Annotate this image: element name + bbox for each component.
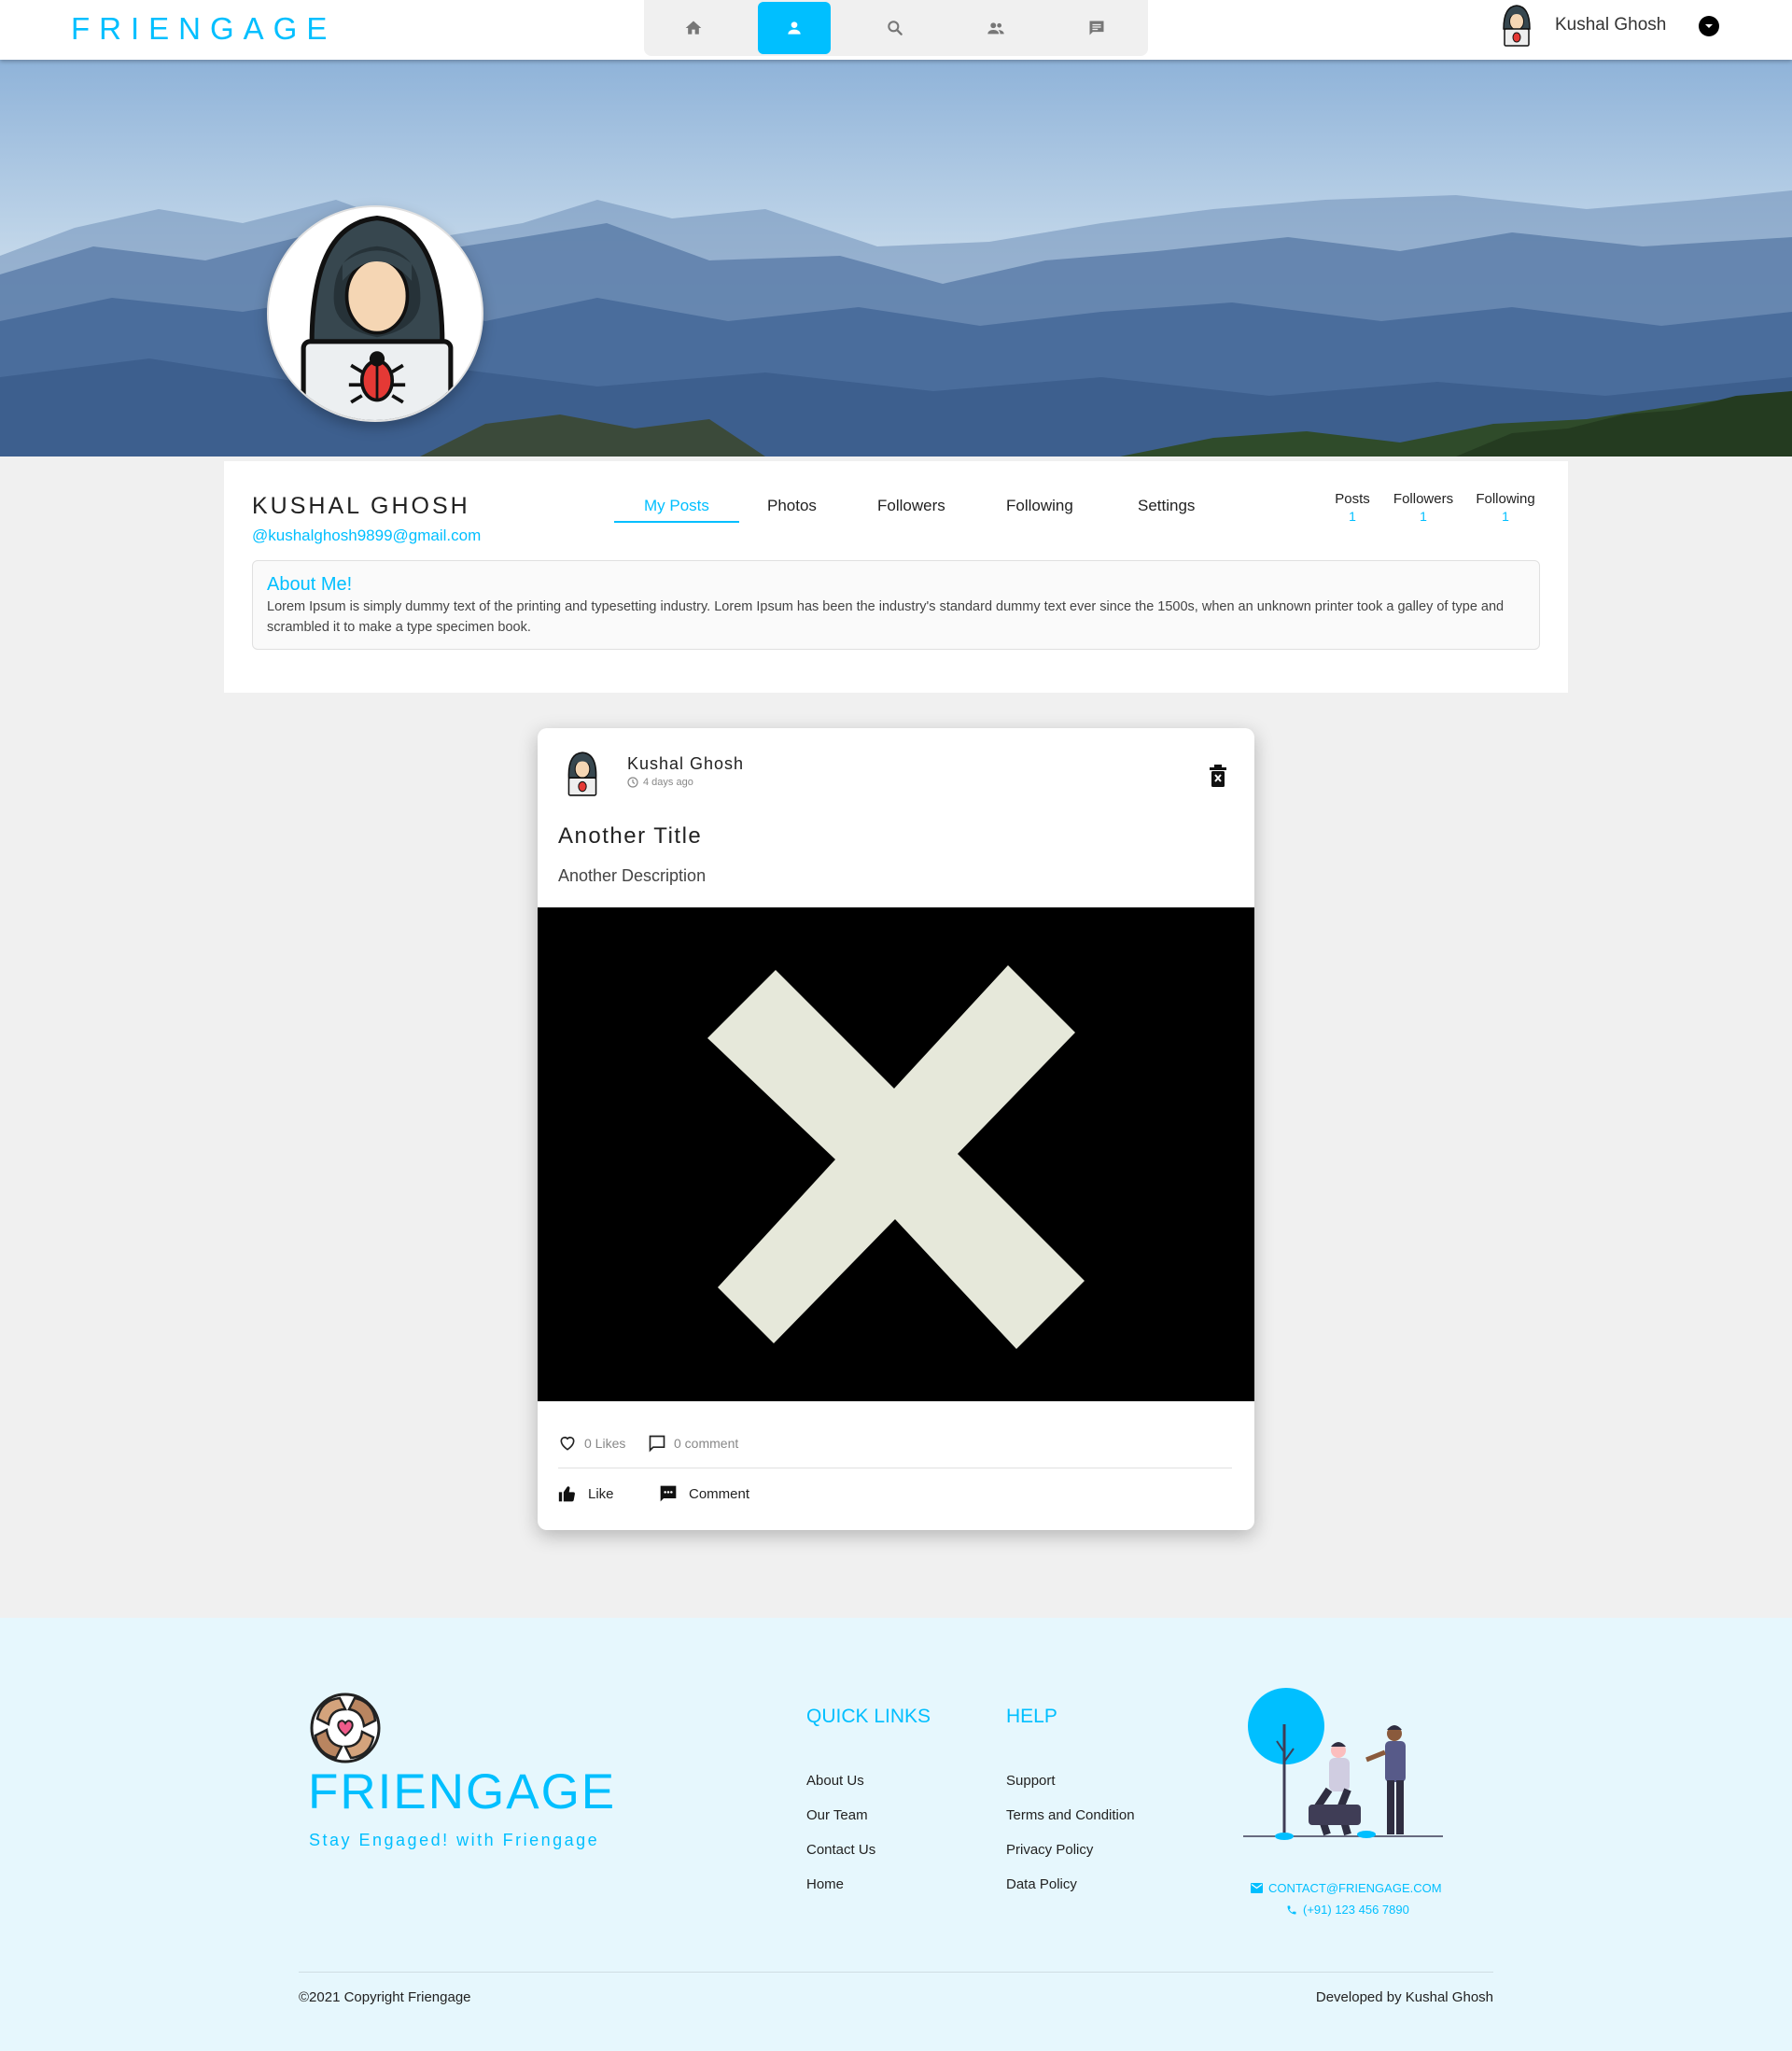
tab-following[interactable]: Following [1006,497,1073,515]
user-avatar [1494,3,1539,48]
stat-value: 1 [1502,509,1509,524]
chevron-down-icon [1705,24,1713,28]
nav-home-button[interactable] [657,2,730,54]
tab-settings[interactable]: Settings [1138,497,1195,515]
search-icon [888,21,903,35]
people-illustration [1243,1688,1443,1840]
comment-button[interactable]: Comment [659,1484,749,1503]
footer-link-home[interactable]: Home [806,1867,931,1902]
cover-photo [0,60,1792,457]
phone-icon [1287,1905,1296,1914]
comment-icon [660,1485,677,1502]
mail-icon [1251,1883,1263,1893]
post-author-avatar[interactable] [558,749,607,797]
post-title: Another Title [558,823,703,849]
comments-text: 0 comment [674,1436,739,1451]
top-navbar: FRIENGAGE Kushal Ghosh [0,0,1792,60]
about-section: About Me! Lorem Ipsum is simply dummy te… [252,560,1540,650]
likes-count[interactable]: 0 Likes [558,1434,625,1453]
friengage-logo-icon[interactable] [308,1691,383,1765]
nav-profile-button[interactable] [758,2,831,54]
contact-email-row[interactable]: CONTACT@FRIENGAGE.COM [1251,1877,1475,1899]
active-tab-indicator [614,521,739,523]
brand-logo[interactable]: FRIENGAGE [71,11,336,47]
delete-post-button[interactable] [1206,764,1230,788]
stat-followers[interactable]: Followers 1 [1388,491,1459,524]
help-title: HELP [1006,1706,1057,1727]
heart-icon [560,1436,575,1451]
footer-link-our-team[interactable]: Our Team [806,1798,931,1833]
footer-link-data-policy[interactable]: Data Policy [1006,1867,1135,1902]
footer-brand: FRIENGAGE [308,1764,617,1819]
profile-icon [788,21,801,35]
tab-photos[interactable]: Photos [767,497,817,515]
stat-label: Following [1476,491,1535,507]
nav-chat-button[interactable] [1060,2,1133,54]
like-button[interactable]: Like [558,1484,614,1503]
home-icon [685,21,702,35]
contact-info: CONTACT@FRIENGAGE.COM (+91) 123 456 7890 [1251,1877,1475,1920]
delete-icon [1210,765,1226,787]
like-label: Like [588,1485,614,1502]
comments-count[interactable]: 0 comment [648,1434,738,1453]
stat-posts[interactable]: Posts 1 [1332,491,1373,524]
tab-my-posts[interactable]: My Posts [644,497,709,515]
comment-label: Comment [689,1485,750,1502]
quick-links-title: QUICK LINKS [806,1706,931,1727]
footer-link-about-us[interactable]: About Us [806,1763,931,1798]
stat-label: Followers [1393,491,1454,507]
likes-text: 0 Likes [584,1436,626,1451]
post-card: Kushal Ghosh 4 days ago Another Title An… [538,728,1254,1530]
stat-value: 1 [1349,509,1356,524]
thumbs-up-icon [558,1486,575,1502]
footer-link-contact-us[interactable]: Contact Us [806,1833,931,1867]
post-author[interactable]: Kushal Ghosh [627,754,744,774]
post-description: Another Description [558,866,707,885]
tab-followers[interactable]: Followers [877,497,945,515]
profile-email[interactable]: @kushalghosh9899@gmail.com [252,527,481,545]
post-timestamp: 4 days ago [627,777,693,788]
footer-link-terms[interactable]: Terms and Condition [1006,1798,1135,1833]
about-text: Lorem Ipsum is simply dummy text of the … [267,599,1505,635]
footer-link-support[interactable]: Support [1006,1763,1135,1798]
user-menu[interactable]: Kushal Ghosh [1493,0,1736,52]
profile-name: KUSHAL GHOSH [252,493,470,519]
copyright-text: ©2021 Copyright Friengage [299,1989,471,2005]
footer: FRIENGAGE Stay Engaged! with Friengage Q… [0,1618,1792,2051]
nav-search-button[interactable] [859,2,931,54]
contact-phone-row[interactable]: (+91) 123 456 7890 [1251,1899,1475,1920]
post-counts: 0 Likes 0 comment [558,1434,1230,1456]
stat-label: Posts [1335,491,1370,507]
help-section: HELP Support Terms and Condition Privacy… [1006,1706,1135,1902]
quick-links-section: QUICK LINKS About Us Our Team Contact Us… [806,1706,931,1902]
nav-username: Kushal Ghosh [1555,15,1667,35]
developer-credit: Developed by Kushal Ghosh [1315,1989,1493,2005]
footer-tagline: Stay Engaged! with Friengage [309,1831,600,1849]
contact-phone: (+91) 123 456 7890 [1303,1903,1409,1917]
main-nav [644,0,1148,56]
friends-icon [987,22,1004,35]
profile-picture[interactable] [267,205,483,422]
post-image[interactable] [538,907,1254,1401]
stat-following[interactable]: Following 1 [1470,491,1541,524]
comment-outline-icon [649,1435,665,1453]
post-actions: Like Comment [558,1484,1230,1509]
profile-card: KUSHAL GHOSH @kushalghosh9899@gmail.com … [224,461,1568,693]
footer-divider [299,1972,1493,1973]
profile-stats: Posts 1 Followers 1 Following 1 [1328,491,1543,532]
clock-icon [627,777,638,788]
post-time-text: 4 days ago [643,777,693,788]
stat-value: 1 [1420,509,1427,524]
dropdown-toggle[interactable] [1699,16,1719,36]
nav-friends-button[interactable] [959,2,1032,54]
about-title: About Me! [267,574,353,595]
contact-email: CONTACT@FRIENGAGE.COM [1268,1881,1442,1895]
chat-icon [1089,21,1104,35]
footer-link-privacy[interactable]: Privacy Policy [1006,1833,1135,1867]
